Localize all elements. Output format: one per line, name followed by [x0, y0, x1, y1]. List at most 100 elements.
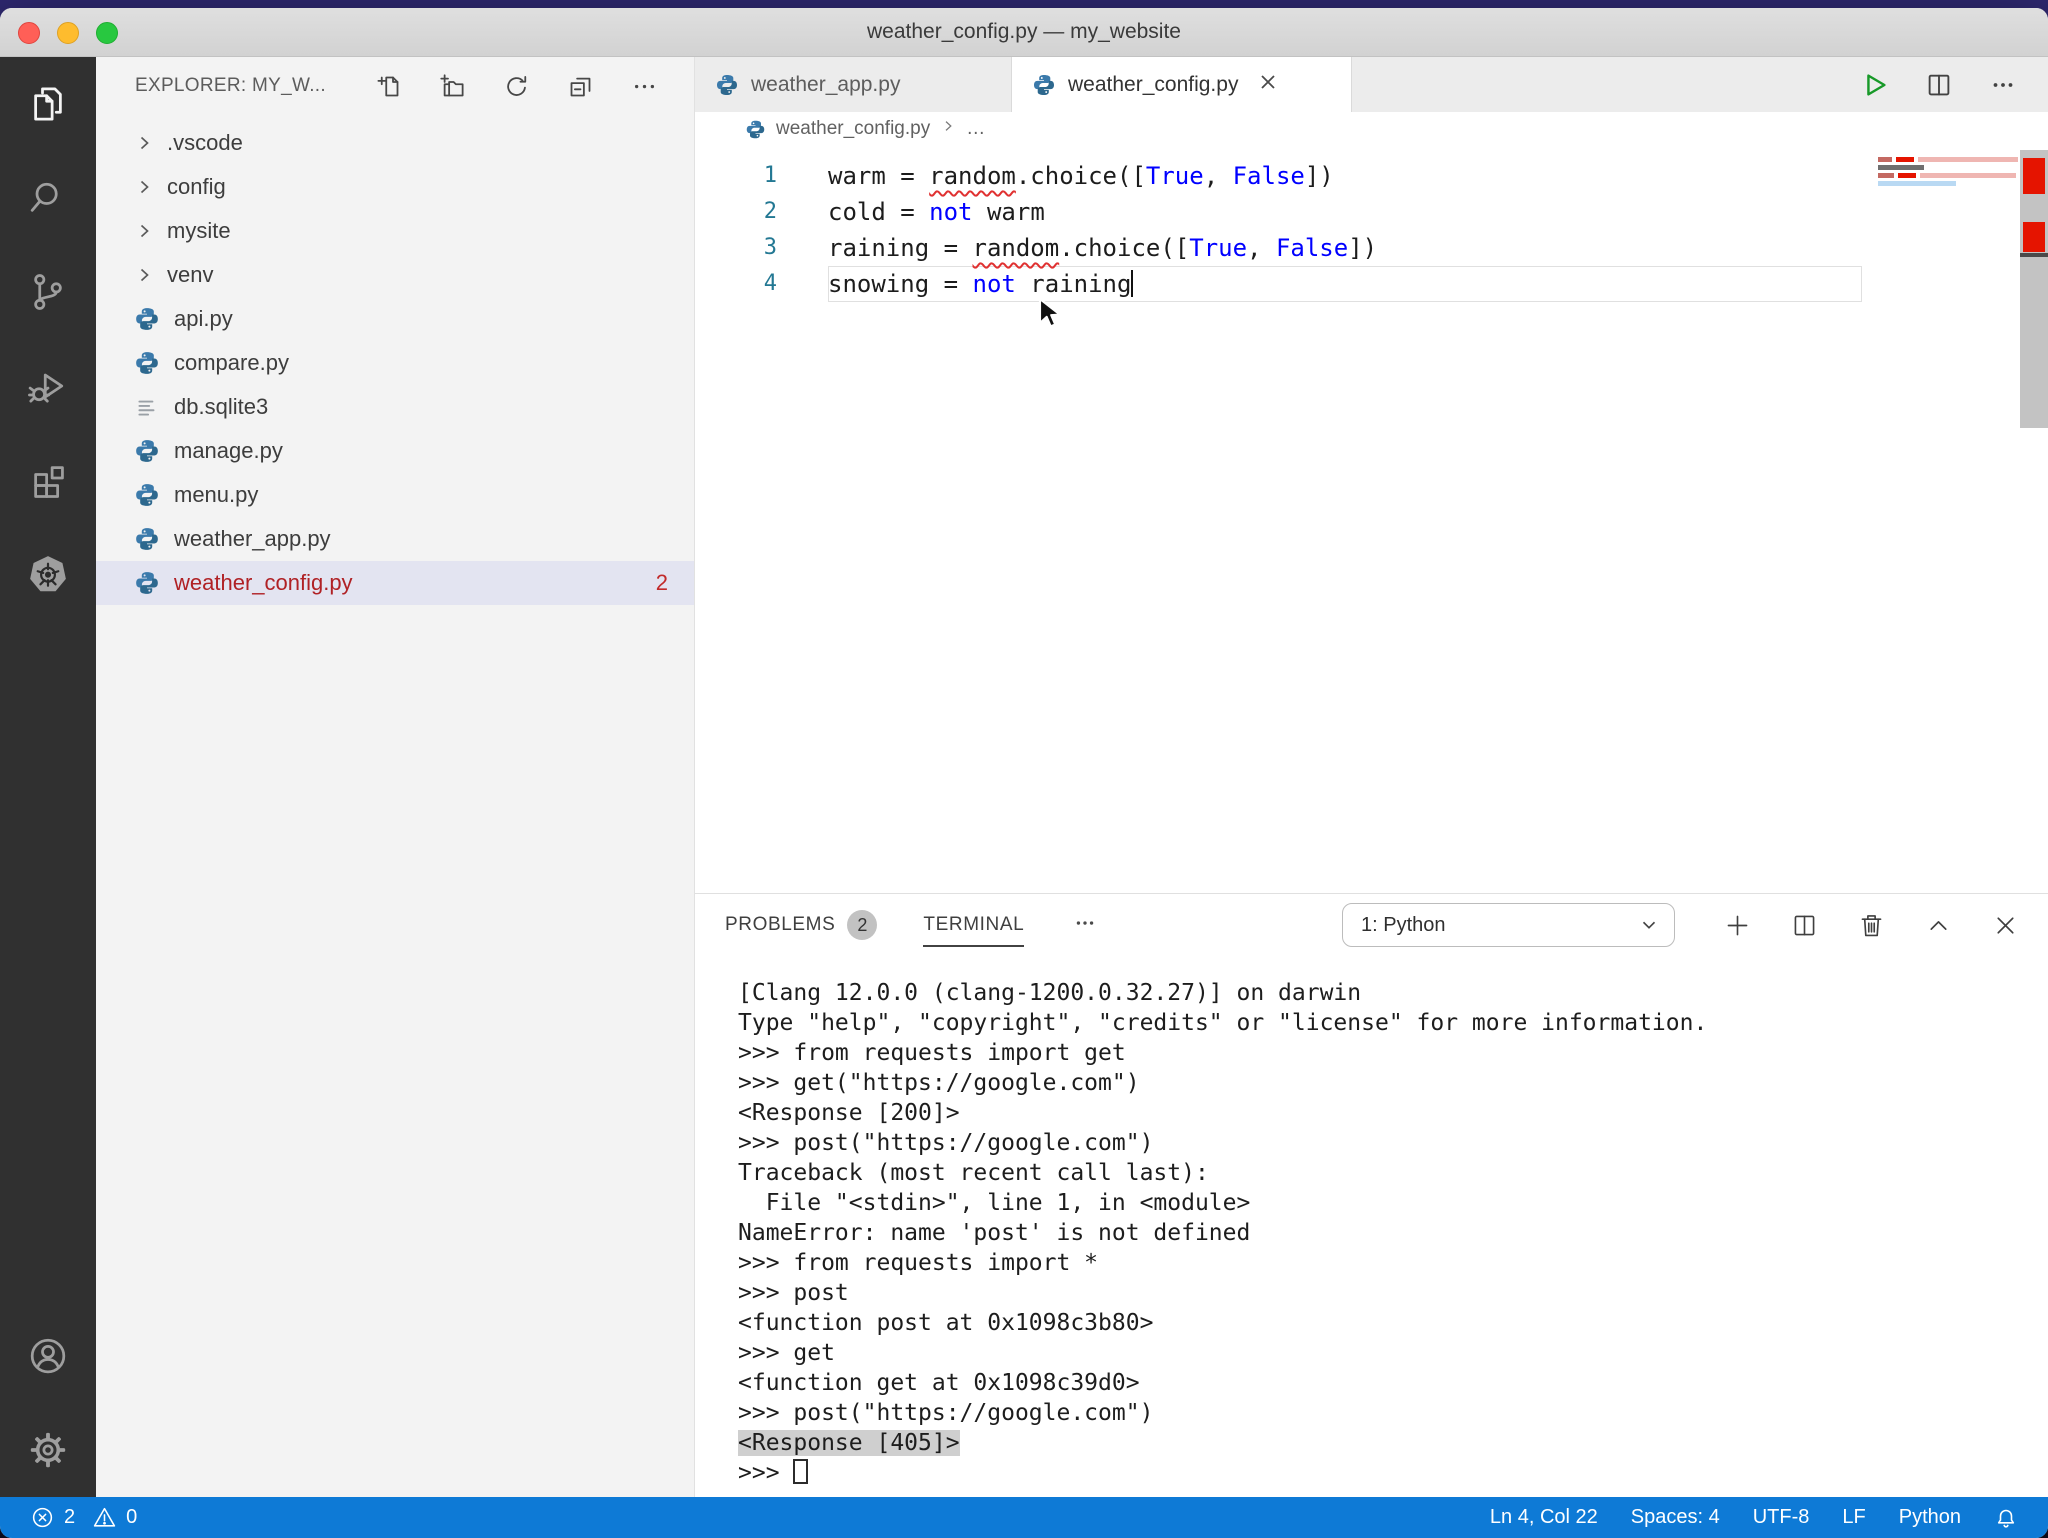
close-panel-icon[interactable]: [1991, 911, 2020, 940]
eol-status[interactable]: LF: [1842, 1506, 1865, 1529]
chevron-right-icon: [134, 221, 154, 241]
python-file-icon: [134, 438, 160, 464]
bottom-panel: PROBLEMS 2 TERMINAL 1: Python: [695, 893, 2048, 1497]
tree-item-weather-config-py[interactable]: weather_config.py 2: [96, 561, 694, 605]
code-line: 1warm = random.choice([True, False]): [695, 158, 2048, 194]
minimap[interactable]: [1878, 157, 2020, 189]
explorer-sidebar: EXPLORER: MY_W... .vscode config: [96, 57, 695, 1497]
terminal-prompt-line: >>>: [738, 1458, 2048, 1488]
overview-ruler[interactable]: [2020, 150, 2048, 428]
activity-extensions-button[interactable]: [0, 433, 96, 527]
python-file-icon: [715, 73, 739, 97]
panel-header: PROBLEMS 2 TERMINAL 1: Python: [695, 894, 2048, 956]
code-line: 4snowing = not raining: [695, 266, 2048, 302]
chevron-right-icon: [134, 133, 154, 153]
breadcrumb-file[interactable]: weather_config.py: [776, 118, 930, 140]
language-status[interactable]: Python: [1899, 1506, 1961, 1529]
bell-icon[interactable]: [1994, 1506, 2018, 1530]
python-file-icon: [134, 306, 160, 332]
activity-search-button[interactable]: [0, 151, 96, 245]
activity-kubernetes-button[interactable]: [0, 527, 96, 621]
terminal-line: <function get at 0x1098c39d0>: [738, 1368, 2048, 1398]
title-bar: weather_config.py — my_website: [0, 8, 2048, 57]
activity-settings-button[interactable]: [0, 1403, 96, 1497]
error-mark: [2023, 158, 2045, 194]
tab-weather-config-py[interactable]: weather_config.py: [1012, 57, 1352, 112]
collapse-folders-icon[interactable]: [567, 73, 594, 100]
close-window-button[interactable]: [18, 22, 40, 44]
python-file-icon: [745, 119, 766, 140]
refresh-explorer-icon[interactable]: [503, 73, 530, 100]
maximize-panel-icon[interactable]: [1924, 911, 1953, 940]
tab-problems[interactable]: PROBLEMS 2: [725, 894, 877, 956]
terminal-output[interactable]: [Clang 12.0.0 (clang-1200.0.32.27)] on d…: [695, 956, 2048, 1488]
tree-item-vscode[interactable]: .vscode: [96, 121, 694, 165]
more-editor-actions-icon[interactable]: [1988, 70, 2018, 100]
tab-terminal[interactable]: TERMINAL: [923, 894, 1024, 956]
tree-item-db-sqlite3[interactable]: db.sqlite3: [96, 385, 694, 429]
chevron-right-icon: [940, 118, 956, 140]
traffic-lights: [18, 22, 118, 44]
activity-explorer-button[interactable]: [0, 57, 96, 151]
source-control-icon: [26, 270, 70, 314]
explorer-header: EXPLORER: MY_W...: [96, 57, 694, 105]
files-icon: [26, 82, 70, 126]
python-file-icon: [134, 350, 160, 376]
terminal-selector-dropdown[interactable]: 1: Python: [1342, 903, 1675, 947]
warning-count: 0: [126, 1506, 137, 1529]
tree-item-api-py[interactable]: api.py: [96, 297, 694, 341]
terminal-line: NameError: name 'post' is not defined: [738, 1218, 2048, 1248]
cursor-position-status[interactable]: Ln 4, Col 22: [1490, 1506, 1598, 1529]
more-actions-icon[interactable]: [631, 73, 658, 100]
terminal-line: >>> from requests import get: [738, 1038, 2048, 1068]
terminal-line: File "<stdin>", line 1, in <module>: [738, 1188, 2048, 1218]
terminal-line: >>> post: [738, 1278, 2048, 1308]
ruler-divider: [2020, 253, 2048, 257]
terminal-line: Type "help", "copyright", "credits" or "…: [738, 1008, 2048, 1038]
zoom-window-button[interactable]: [96, 22, 118, 44]
tree-item-manage-py[interactable]: manage.py: [96, 429, 694, 473]
problems-status[interactable]: 2 0: [30, 1505, 137, 1530]
split-editor-icon[interactable]: [1924, 70, 1954, 100]
tree-item-mysite[interactable]: mysite: [96, 209, 694, 253]
more-panel-tabs-icon[interactable]: [1070, 908, 1100, 943]
activity-source-control-button[interactable]: [0, 245, 96, 339]
run-and-debug-icon: [26, 364, 70, 408]
text-caret: [1131, 270, 1133, 297]
window-title: weather_config.py — my_website: [867, 20, 1181, 44]
kill-terminal-icon[interactable]: [1857, 911, 1886, 940]
editor-actions: [1860, 57, 2048, 112]
editor-group: weather_app.py weather_config.py weather…: [695, 57, 2048, 1497]
extensions-icon: [26, 458, 70, 502]
activity-accounts-button[interactable]: [0, 1309, 96, 1403]
tab-weather-app-py[interactable]: weather_app.py: [695, 57, 1012, 112]
new-file-icon[interactable]: [375, 73, 402, 100]
error-count: 2: [64, 1506, 75, 1529]
tree-item-compare-py[interactable]: compare.py: [96, 341, 694, 385]
search-icon: [26, 176, 70, 220]
status-bar: 2 0 Ln 4, Col 22 Spaces: 4 UTF-8 LF Pyth…: [0, 1497, 2048, 1538]
code-editor[interactable]: 1warm = random.choice([True, False]) 2co…: [695, 146, 2048, 893]
close-tab-icon[interactable]: [1250, 72, 1278, 98]
new-terminal-icon[interactable]: [1723, 911, 1752, 940]
encoding-status[interactable]: UTF-8: [1753, 1506, 1810, 1529]
activity-run-debug-button[interactable]: [0, 339, 96, 433]
tree-item-config[interactable]: config: [96, 165, 694, 209]
python-file-icon: [1032, 73, 1056, 97]
terminal-line: >>> get: [738, 1338, 2048, 1368]
breadcrumb-more[interactable]: …: [966, 118, 985, 140]
problems-count-badge: 2: [656, 570, 668, 596]
split-terminal-icon[interactable]: [1790, 911, 1819, 940]
indentation-status[interactable]: Spaces: 4: [1631, 1506, 1720, 1529]
minimize-window-button[interactable]: [57, 22, 79, 44]
tree-item-weather-app-py[interactable]: weather_app.py: [96, 517, 694, 561]
database-file-icon: [134, 394, 160, 420]
new-folder-icon[interactable]: [439, 73, 466, 100]
run-python-file-icon[interactable]: [1860, 70, 1890, 100]
tree-item-menu-py[interactable]: menu.py: [96, 473, 694, 517]
breadcrumb[interactable]: weather_config.py …: [695, 112, 2048, 146]
terminal-line: >>> post("https://google.com"): [738, 1128, 2048, 1158]
tree-item-venv[interactable]: venv: [96, 253, 694, 297]
vscode-window: weather_config.py — my_website: [0, 8, 2048, 1538]
gear-icon: [26, 1428, 70, 1472]
